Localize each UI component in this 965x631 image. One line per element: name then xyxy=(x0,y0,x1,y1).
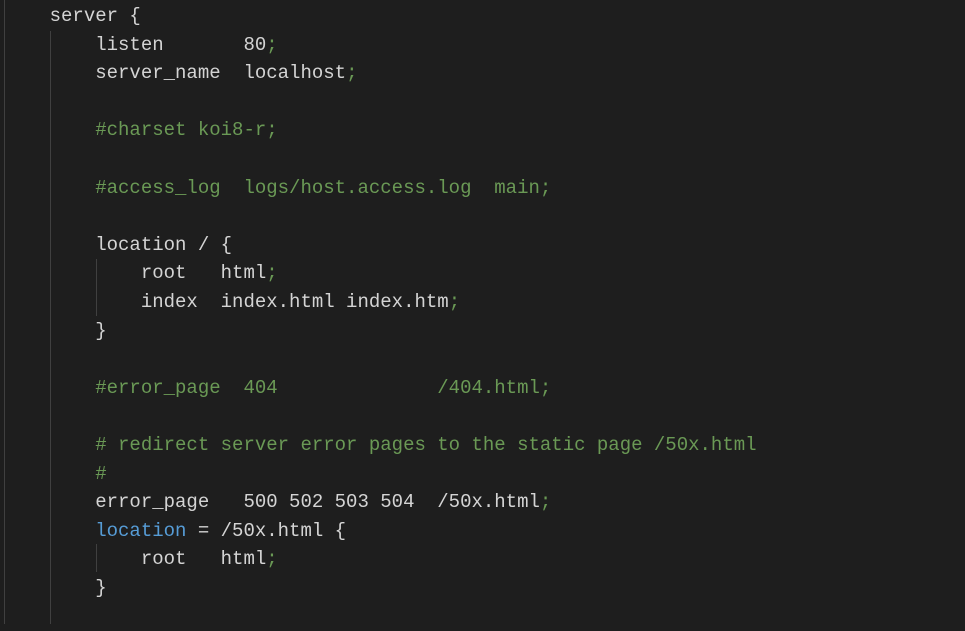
code-text: } xyxy=(4,319,107,342)
code-line[interactable]: } xyxy=(4,317,757,346)
code-comment: # xyxy=(4,462,107,485)
code-keyword: location xyxy=(4,519,187,542)
code-line[interactable]: # xyxy=(4,460,757,489)
code-line[interactable]: root html; xyxy=(4,545,757,574)
code-line[interactable]: listen 80; xyxy=(4,31,757,60)
code-line[interactable]: index index.html index.htm; xyxy=(4,288,757,317)
code-line[interactable]: #error_page 404 /404.html; xyxy=(4,374,757,403)
code-punctuation: ; xyxy=(266,33,278,56)
code-line[interactable] xyxy=(4,402,757,431)
code-line[interactable] xyxy=(4,345,757,374)
code-line[interactable]: location / { xyxy=(4,231,757,260)
code-punctuation: ; xyxy=(346,62,358,85)
code-line[interactable] xyxy=(4,88,757,117)
code-line[interactable]: root html; xyxy=(4,259,757,288)
code-line[interactable]: error_page 500 502 503 504 /50x.html; xyxy=(4,488,757,517)
code-text: index index.html index.htm xyxy=(4,290,449,313)
code-line[interactable]: #access_log logs/host.access.log main; xyxy=(4,174,757,203)
code-text: root html xyxy=(4,262,267,285)
code-text: } xyxy=(4,576,107,599)
code-punctuation: ; xyxy=(266,262,278,285)
code-line[interactable] xyxy=(4,145,757,174)
code-text: server { xyxy=(4,5,141,27)
code-punctuation: ; xyxy=(539,491,552,514)
code-text: = /50x.html { xyxy=(186,519,347,542)
code-comment: #charset koi8-r; xyxy=(4,119,278,142)
code-line[interactable] xyxy=(4,602,757,631)
code-comment: #error_page 404 /404.html; xyxy=(4,376,552,399)
code-editor[interactable]: server { listen 80; server_name localhos… xyxy=(4,2,757,631)
code-line[interactable] xyxy=(4,202,757,231)
code-punctuation: ; xyxy=(266,548,278,571)
code-line[interactable]: location = /50x.html { xyxy=(4,517,757,546)
code-text: listen 80 xyxy=(4,33,267,56)
code-text: server_name localhost xyxy=(4,62,347,85)
code-punctuation: ; xyxy=(448,290,461,313)
code-line[interactable]: server { xyxy=(4,2,757,31)
code-line[interactable]: } xyxy=(4,574,757,603)
code-line[interactable]: # redirect server error pages to the sta… xyxy=(4,431,757,460)
code-comment: #access_log logs/host.access.log main; xyxy=(4,176,552,199)
code-text: error_page 500 502 503 504 /50x.html xyxy=(4,491,540,514)
code-text: root html xyxy=(4,548,267,571)
code-text: location / { xyxy=(4,233,233,256)
code-line[interactable]: server_name localhost; xyxy=(4,59,757,88)
code-comment: # redirect server error pages to the sta… xyxy=(4,433,757,456)
code-line[interactable]: #charset koi8-r; xyxy=(4,116,757,145)
